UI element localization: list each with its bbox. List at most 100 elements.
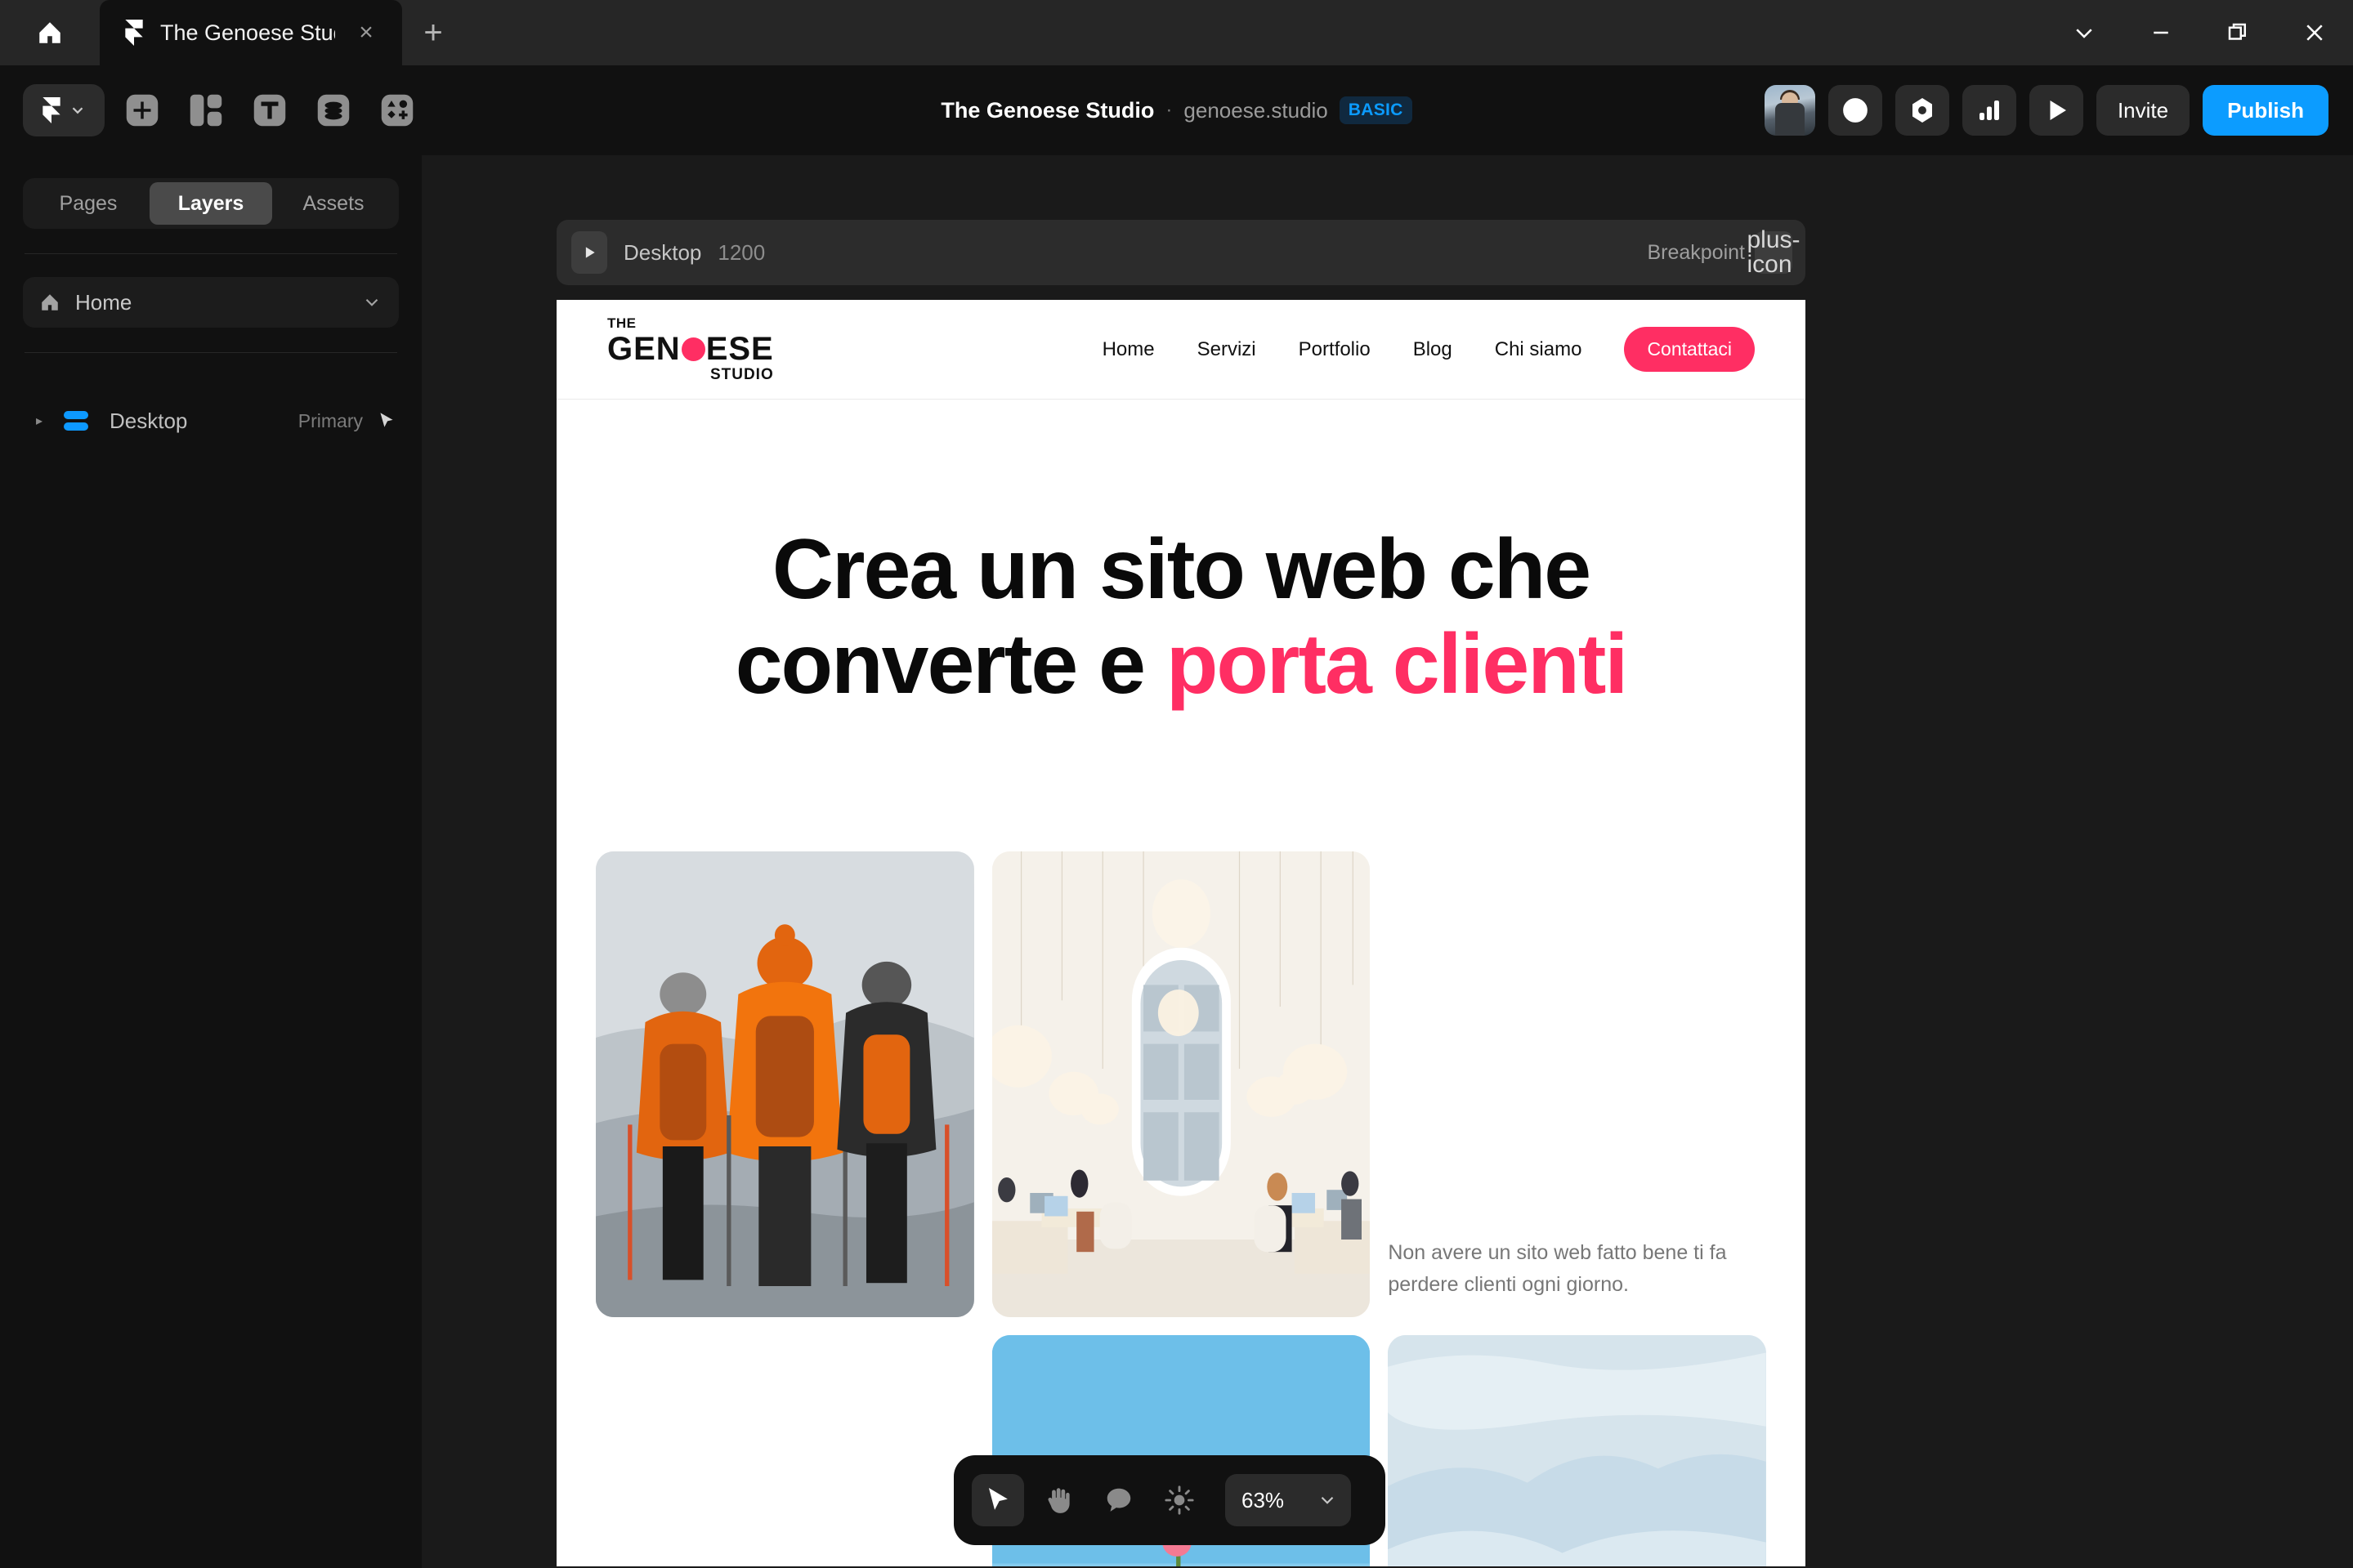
site-nav-blog[interactable]: Blog [1413,338,1452,361]
logo-dot-icon [681,337,705,361]
window-controls [2046,0,2353,65]
minimize-button[interactable] [2123,0,2199,65]
cursor-icon[interactable] [376,410,397,431]
avatar-body [1774,103,1805,136]
avatar[interactable] [1764,85,1815,136]
new-tab-button[interactable]: + [402,0,464,65]
comment-tool[interactable] [1093,1474,1145,1526]
title-separator: · [1165,99,1173,121]
framer-logo-icon [125,20,143,46]
site-nav-servizi[interactable]: Servizi [1197,338,1256,361]
website-preview[interactable]: THE GEN ESE STUDIO Home Servizi Portfoli… [557,300,1805,1566]
hero-line-2-accent: porta clienti [1165,617,1628,713]
toolbar-right-actions: Invite Publish [1764,85,2353,136]
hero-section: Crea un sito web che converte e porta cl… [557,400,1805,713]
layer-name: Desktop [110,408,188,433]
mountain-photo[interactable] [1388,1334,1766,1566]
analytics-button[interactable] [1962,85,2016,136]
toolbar-left-tools [0,84,423,136]
frame-name[interactable]: Desktop [624,240,701,266]
breakpoint-label: Breakpoint [1647,240,1745,264]
close-icon [2306,25,2323,41]
layer-primary-badge: Primary [297,409,363,431]
add-breakpoint-button[interactable]: plus-icon [1747,228,1800,277]
chevron-down-icon [365,298,378,306]
site-nav-home[interactable]: Home [1103,338,1155,361]
sun-icon [1165,1485,1194,1515]
publish-button[interactable]: Publish [2203,85,2328,136]
browser-tab[interactable]: The Genoese Studi × [100,0,402,65]
page-selector[interactable]: Home [23,277,399,328]
play-icon [2050,101,2066,120]
frame-header[interactable]: Desktop 1200 Breakpoint plus-icon [557,220,1805,285]
tab-list-button[interactable] [2046,0,2123,65]
logo-line-the: THE [607,315,637,331]
tab-pages[interactable]: Pages [27,182,150,225]
logo-ese: ESE [705,331,774,367]
hero-heading: Crea un sito web che converte e porta cl… [589,522,1773,713]
restore-icon [2228,23,2246,40]
left-sidebar: Pages Layers Assets Home ▸ Desktop Prima… [0,155,422,1568]
site-nav-portfolio[interactable]: Portfolio [1299,338,1371,361]
cursor-icon [988,1487,1008,1510]
database-icon [317,94,350,127]
site-logo[interactable]: THE GEN ESE STUDIO [607,316,774,382]
site-nav-chi-siamo[interactable]: Chi siamo [1495,338,1582,361]
office-photo-art [991,851,1371,1317]
select-tool[interactable] [972,1474,1024,1526]
close-button[interactable] [2276,0,2353,65]
office-photo[interactable] [991,851,1371,1317]
chevron-down-icon [72,107,83,114]
insert-button[interactable] [116,84,168,136]
frame-width[interactable]: 1200 [718,240,765,266]
disclosure-triangle-icon[interactable]: ▸ [36,413,57,429]
browser-home-button[interactable] [0,0,100,65]
text-button[interactable] [244,84,296,136]
page-label: Home [75,289,132,315]
app-toolbar: The Genoese Studio · genoese.studio BASI… [0,65,2353,155]
chevron-down-icon [1321,1496,1334,1504]
hand-icon [1048,1488,1070,1513]
window-titlebar: The Genoese Studi × + [0,0,2353,65]
site-navbar: THE GEN ESE STUDIO Home Servizi Portfoli… [557,300,1805,400]
hand-tool[interactable] [1032,1474,1085,1526]
minimize-icon [2154,31,2168,34]
text-icon [253,94,286,127]
invite-button[interactable]: Invite [2096,85,2190,136]
theme-tool[interactable] [1153,1474,1206,1526]
sidebar-tabs: Pages Layers Assets [23,178,399,229]
layer-row-desktop[interactable]: ▸ Desktop Primary [0,397,422,444]
restore-button[interactable] [2199,0,2276,65]
zoom-control[interactable]: 63% [1225,1474,1351,1526]
site-cta-contattaci[interactable]: Contattaci [1624,327,1755,372]
hikers-photo-art [596,851,974,1317]
gallery-copy: Non avere un sito web fatto bene ti fa p… [1388,851,1766,1317]
tab-layers[interactable]: Layers [150,182,272,225]
plan-badge[interactable]: BASIC [1339,96,1412,124]
frame-preview-button[interactable] [571,231,607,274]
framer-menu-button[interactable] [23,84,105,136]
cms-button[interactable] [307,84,360,136]
body-copy: Non avere un sito web fatto bene ti fa p… [1388,1241,1727,1297]
comment-icon [1107,1488,1131,1512]
framer-logo-icon [42,97,60,123]
play-icon [585,247,595,258]
cms-panel-button[interactable] [1894,85,1949,136]
tab-assets[interactable]: Assets [272,182,395,225]
hikers-photo[interactable] [596,851,974,1317]
plus-icon [126,94,159,127]
mountain-photo-art [1388,1334,1766,1566]
globe-icon [1843,98,1868,123]
bar-chart-icon [1979,101,1999,120]
canvas-area[interactable]: Desktop 1200 Breakpoint plus-icon THE GE… [422,155,2353,1568]
floating-canvas-toolbar: 63% [954,1455,1385,1545]
preview-button[interactable] [2029,85,2083,136]
components-button[interactable] [371,84,423,136]
layout-button[interactable] [180,84,232,136]
project-name[interactable]: The Genoese Studio [941,98,1154,123]
zoom-level: 63% [1241,1487,1285,1512]
localization-button[interactable] [1827,85,1882,136]
tab-close-icon[interactable]: × [350,16,382,49]
project-domain[interactable]: genoese.studio [1183,98,1327,123]
sidebar-divider-top [25,253,397,254]
